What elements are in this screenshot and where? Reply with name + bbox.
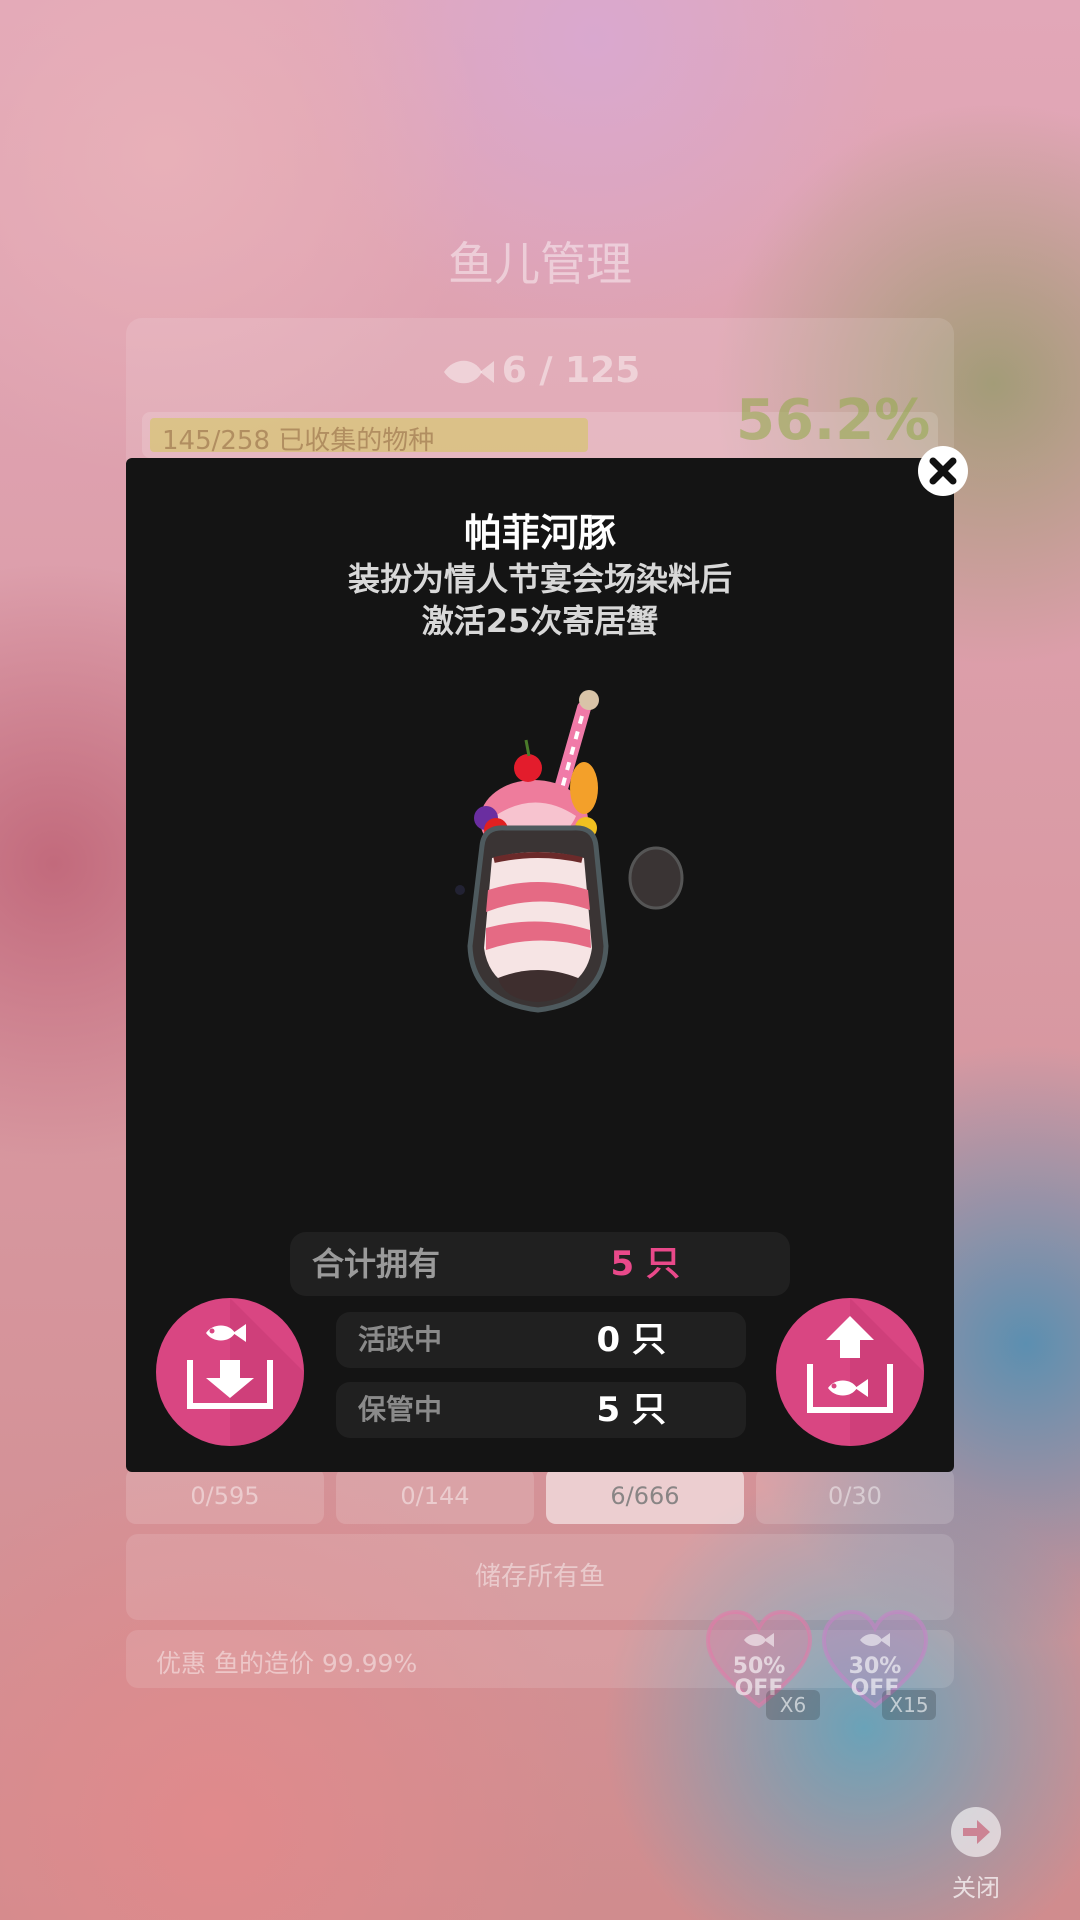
release-fish-button[interactable] [776,1298,924,1446]
fish-detail-dialog: 帕菲河豚 装扮为情人节宴会场染料后 激活25次寄居蟹 合计拥有 5 只 活跃中 … [126,458,954,1472]
arrow-right-icon [951,1807,1001,1857]
page-title: 鱼儿管理 [448,237,632,291]
tab-category-1[interactable]: 0/595 [126,1468,324,1524]
fish-count-text: 6 / 125 [501,350,641,391]
close-label: 关闭 [952,1874,1000,1902]
coupon-percent: 50% [732,1654,786,1679]
stored-value: 5 只 [596,1390,667,1430]
stored-label: 保管中 [358,1393,443,1426]
stored-row: 保管中 5 只 [336,1382,746,1438]
fish-count: 6 / 125 [0,350,1080,391]
total-owned-row: 合计拥有 5 只 [290,1232,790,1296]
active-value: 0 只 [596,1320,667,1360]
discount-text: 优惠 鱼的造价 99.99% [156,1649,418,1678]
dialog-close-button[interactable] [918,446,968,496]
collection-percent: 56.2% [736,388,931,453]
fish-name: 帕菲河豚 [463,511,616,555]
close-icon [929,457,957,485]
coupon-percent: 30% [848,1654,902,1679]
collection-text: 145/258 已收集的物种 [162,426,435,456]
tab-category-4[interactable]: 0/30 [756,1468,954,1524]
fish-3d-image [455,690,684,1013]
bg-close-button[interactable]: 关闭 [946,1806,1006,1903]
description-line-2: 激活25次寄居蟹 [421,602,659,640]
coupon-multiplier: X6 [766,1690,820,1720]
fish-icon [443,360,494,384]
release-fish-icon [807,1298,924,1446]
store-fish-button[interactable] [156,1298,304,1446]
total-owned-label: 合计拥有 [312,1245,441,1283]
category-tabs: 0/595 0/144 6/666 0/30 [126,1468,954,1524]
active-row: 活跃中 0 只 [336,1312,746,1368]
description-line-1: 装扮为情人节宴会场染料后 [347,560,732,598]
tab-category-3[interactable]: 6/666 [546,1468,744,1524]
store-fish-icon [187,1298,304,1446]
active-label: 活跃中 [358,1323,443,1356]
coupon-multiplier: X15 [882,1690,936,1720]
tab-category-2[interactable]: 0/144 [336,1468,534,1524]
total-owned-value: 5 只 [610,1244,681,1284]
unlock-description: 装扮为情人节宴会场染料后 激活25次寄居蟹 [126,558,954,642]
